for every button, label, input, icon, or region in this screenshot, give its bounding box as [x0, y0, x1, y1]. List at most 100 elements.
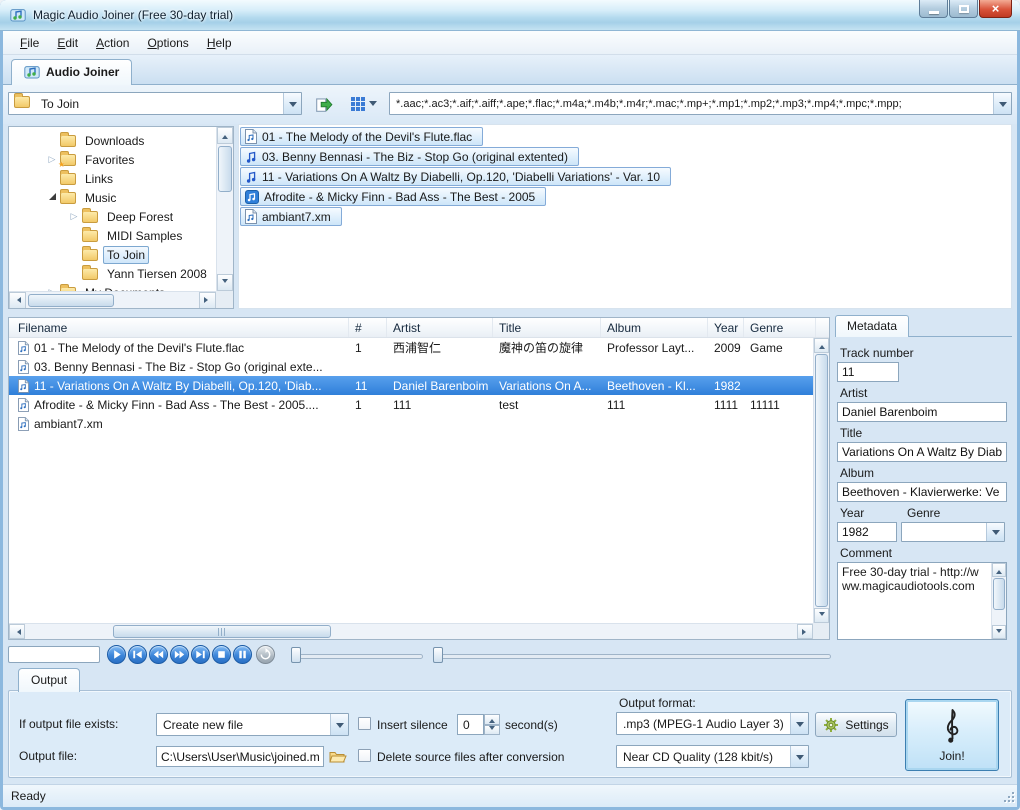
output-format-arrow[interactable]: [790, 713, 808, 734]
genre-combobox-arrow[interactable]: [986, 523, 1004, 541]
scroll-left-button[interactable]: [9, 624, 25, 639]
tree-item-to-join[interactable]: To Join: [9, 245, 216, 264]
scrollbar-thumb[interactable]: [993, 578, 1005, 610]
scroll-left-button[interactable]: [9, 292, 26, 309]
menu-edit[interactable]: Edit: [48, 33, 87, 53]
if-exists-combobox[interactable]: Create new file: [156, 713, 349, 736]
silence-seconds-stepper[interactable]: 0: [457, 714, 500, 735]
column-header-album[interactable]: Album: [601, 318, 708, 337]
expand-collapsed-icon[interactable]: ▷: [67, 212, 81, 221]
tab-metadata[interactable]: Metadata: [835, 315, 909, 337]
forward-button[interactable]: [170, 645, 189, 664]
filter-combobox[interactable]: *.aac;*.ac3;*.aif;*.aiff;*.ape;*.flac;*.…: [389, 92, 1012, 115]
quality-combobox[interactable]: Near CD Quality (128 kbit/s): [616, 745, 809, 768]
scrollbar-thumb[interactable]: [218, 146, 232, 192]
scroll-up-button[interactable]: [814, 338, 829, 353]
if-exists-arrow[interactable]: [330, 714, 348, 735]
file-item[interactable]: Afrodite - & Micky Finn - Bad Ass - The …: [240, 187, 546, 206]
volume-slider[interactable]: [441, 654, 831, 659]
quality-arrow[interactable]: [790, 746, 808, 767]
skip-start-button[interactable]: [128, 645, 147, 664]
tree-item-my-documents[interactable]: ▷ My Documents: [9, 283, 216, 291]
column-header-title[interactable]: Title: [493, 318, 601, 337]
table-row[interactable]: 01 - The Melody of the Devil's Flute.fla…: [9, 338, 829, 357]
column-header-year[interactable]: Year: [708, 318, 744, 337]
scroll-right-button[interactable]: [797, 624, 813, 639]
scrollbar-thumb[interactable]: [28, 294, 114, 307]
seek-slider-thumb[interactable]: [291, 647, 301, 663]
track-number-field[interactable]: [837, 362, 899, 382]
pause-button[interactable]: [233, 645, 252, 664]
tree-item-yann-tiersen[interactable]: Yann Tiersen 2008: [9, 264, 216, 283]
menu-options[interactable]: Options: [138, 33, 197, 53]
scroll-down-button[interactable]: [992, 625, 1006, 639]
menu-help[interactable]: Help: [198, 33, 241, 53]
play-button[interactable]: [107, 645, 126, 664]
stepper-up-button[interactable]: [484, 714, 500, 725]
tree-item-links[interactable]: Links: [9, 169, 216, 188]
resize-grip[interactable]: [1002, 792, 1014, 804]
tree-item-deep-forest[interactable]: ▷ Deep Forest: [9, 207, 216, 226]
close-button[interactable]: ×: [979, 0, 1012, 18]
skip-end-button[interactable]: [191, 645, 210, 664]
comment-field[interactable]: Free 30-day trial - http://www.magicaudi…: [837, 562, 1007, 640]
table-row[interactable]: 03. Benny Bennasi - The Biz - Stop Go (o…: [9, 357, 829, 376]
view-mode-button[interactable]: [342, 91, 384, 117]
genre-combobox[interactable]: [901, 522, 1005, 542]
column-header-number[interactable]: #: [349, 318, 387, 337]
scroll-down-button[interactable]: [814, 608, 829, 623]
table-row-selected[interactable]: 11 - Variations On A Waltz By Diabelli, …: [9, 376, 829, 395]
table-row[interactable]: Afrodite - & Micky Finn - Bad Ass - The …: [9, 395, 829, 414]
scroll-down-button[interactable]: [217, 274, 233, 291]
folder-combobox[interactable]: To Join: [8, 92, 302, 115]
go-to-folder-button[interactable]: [310, 91, 338, 117]
tab-audio-joiner[interactable]: Audio Joiner: [11, 59, 132, 85]
file-item[interactable]: 03. Benny Bennasi - The Biz - Stop Go (o…: [240, 147, 579, 166]
stepper-down-button[interactable]: [484, 725, 500, 736]
year-field[interactable]: [837, 522, 897, 542]
settings-button[interactable]: Settings: [815, 712, 897, 737]
browse-output-file-button[interactable]: [326, 746, 350, 767]
table-vertical-scrollbar[interactable]: [813, 338, 829, 623]
file-item[interactable]: 11 - Variations On A Waltz By Diabelli, …: [240, 167, 671, 186]
join-button[interactable]: Join!: [905, 699, 999, 771]
stop-button[interactable]: [212, 645, 231, 664]
menu-action[interactable]: Action: [87, 33, 138, 53]
tree-item-favorites[interactable]: ▷ Favorites: [9, 150, 216, 169]
insert-silence-checkbox[interactable]: [358, 717, 371, 730]
menu-file[interactable]: File: [11, 33, 48, 53]
expand-expanded-icon[interactable]: [45, 193, 59, 202]
minimize-button[interactable]: [919, 0, 948, 18]
scrollbar-thumb[interactable]: [113, 625, 331, 638]
output-format-combobox[interactable]: .mp3 (MPEG-1 Audio Layer 3): [616, 712, 809, 735]
scroll-up-button[interactable]: [992, 563, 1006, 577]
scrollbar-thumb[interactable]: [815, 354, 828, 607]
tree-item-midi-samples[interactable]: MIDI Samples: [9, 226, 216, 245]
delete-source-checkbox[interactable]: [358, 749, 371, 762]
tree-item-music[interactable]: Music: [9, 188, 216, 207]
tree-vertical-scrollbar[interactable]: [216, 127, 233, 291]
scroll-up-button[interactable]: [217, 127, 233, 144]
file-item[interactable]: ambiant7.xm: [240, 207, 342, 226]
maximize-button[interactable]: [949, 0, 978, 18]
column-header-filename[interactable]: Filename: [9, 318, 349, 337]
seek-slider[interactable]: [291, 654, 423, 659]
tree-horizontal-scrollbar[interactable]: [9, 291, 216, 308]
output-file-field[interactable]: [156, 746, 324, 767]
tree-item-downloads[interactable]: Downloads: [9, 131, 216, 150]
column-header-genre[interactable]: Genre: [744, 318, 816, 337]
loop-button[interactable]: [256, 645, 275, 664]
file-item[interactable]: 01 - The Melody of the Devil's Flute.fla…: [240, 127, 483, 146]
comment-scrollbar[interactable]: [991, 563, 1006, 639]
folder-combobox-arrow[interactable]: [283, 93, 301, 114]
table-horizontal-scrollbar[interactable]: [9, 623, 813, 639]
album-field[interactable]: [837, 482, 1007, 502]
scroll-right-button[interactable]: [199, 292, 216, 309]
rewind-button[interactable]: [149, 645, 168, 664]
tab-output[interactable]: Output: [18, 668, 80, 692]
table-row[interactable]: ambiant7.xm: [9, 414, 829, 433]
volume-slider-thumb[interactable]: [433, 647, 443, 663]
filter-combobox-arrow[interactable]: [993, 93, 1011, 114]
expand-collapsed-icon[interactable]: ▷: [45, 155, 59, 164]
silence-seconds-value[interactable]: 0: [457, 714, 484, 735]
